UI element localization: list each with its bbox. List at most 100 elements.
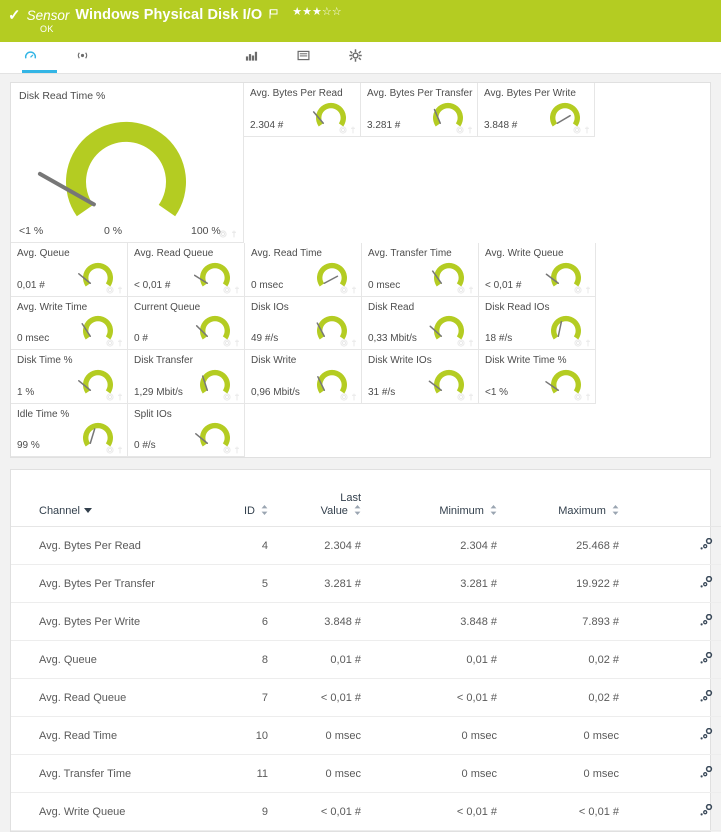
tile-tools[interactable] [223,286,241,294]
gauges-panel: Disk Read Time % <1 %0 %100 %Avg. Bytes … [10,82,711,458]
column-header-id-label: ID [244,505,255,517]
cell-id: 8 [201,641,276,679]
tab-overview[interactable] [22,43,57,73]
cell-actions[interactable] [681,793,721,831]
gauge-tile-disk-time[interactable]: Disk Time % 1 % [11,350,128,404]
tile-tools[interactable] [106,286,124,294]
column-header-last-value[interactable]: Last Value [276,470,401,527]
tab-log[interactable] [295,43,330,73]
gauge-tile-avg-read-queue[interactable]: Avg. Read Queue < 0,01 # [128,243,245,297]
gauge-value: 0 # [134,333,148,344]
gauge-tile-disk-ios[interactable]: Disk IOs 49 #/s [245,297,362,351]
cell-actions[interactable] [681,641,721,679]
tab-365[interactable] [204,43,226,73]
pin-icon [350,286,358,294]
table-row[interactable]: Avg. Queue80,01 #0,01 #0,02 # [11,641,721,679]
content-area: Disk Read Time % <1 %0 %100 %Avg. Bytes … [0,74,721,832]
gauge-tile-avg-queue[interactable]: Avg. Queue 0,01 # [11,243,128,297]
tile-tools[interactable] [106,339,124,347]
gear-icon [106,339,114,347]
gauge-tile-avg-write-time[interactable]: Avg. Write Time 0 msec [11,297,128,351]
cell-actions[interactable] [681,603,721,641]
tab-30[interactable] [165,43,187,73]
table-row[interactable]: Avg. Read Time100 msec0 msec0 msec [11,717,721,755]
tile-tools[interactable] [457,339,475,347]
flag-icon[interactable] [269,6,278,16]
channel-settings-icon[interactable] [700,652,713,664]
gauge-value: 0,96 Mbit/s [251,387,300,398]
gauge-tile-disk-read[interactable]: Disk Read 0,33 Mbit/s [362,297,479,351]
cell-actions[interactable] [681,527,721,565]
table-row[interactable]: Avg. Bytes Per Write63.848 #3.848 #7.893… [11,603,721,641]
table-row[interactable]: Avg. Bytes Per Read42.304 #2.304 #25.468… [11,527,721,565]
tab-settings[interactable] [347,43,382,73]
cell-actions[interactable] [681,717,721,755]
channel-settings-icon[interactable] [700,804,713,816]
cell-maximum: 19.922 # [551,565,681,603]
channel-settings-icon[interactable] [700,728,713,740]
gauge-tile-avg-bytes-per-transfer[interactable]: Avg. Bytes Per Transfer 3.281 # [361,83,478,137]
gear-icon [574,393,582,401]
gauge-tile-current-queue[interactable]: Current Queue 0 # [128,297,245,351]
tile-tools[interactable] [223,446,241,454]
tile-tools[interactable] [339,126,357,134]
gauge-tile-avg-write-queue[interactable]: Avg. Write Queue < 0,01 # [479,243,596,297]
tab-live-data[interactable] [74,43,109,73]
gauge-tile-avg-bytes-per-read[interactable]: Avg. Bytes Per Read 2.304 # [244,83,361,137]
cell-actions[interactable] [681,755,721,793]
cell-actions[interactable] [681,565,721,603]
table-row[interactable]: Avg. Bytes Per Transfer53.281 #3.281 #19… [11,565,721,603]
gauge-tile-avg-bytes-per-write[interactable]: Avg. Bytes Per Write 3.848 # [478,83,595,137]
tile-tools[interactable] [574,339,592,347]
tile-tools[interactable] [223,339,241,347]
gauge-tile-idle-time[interactable]: Idle Time % 99 % [11,404,128,458]
channel-settings-icon[interactable] [700,576,713,588]
gauge-tile-split-ios[interactable]: Split IOs 0 #/s [128,404,245,458]
tile-tools[interactable] [106,446,124,454]
tile-tools[interactable] [106,393,124,401]
gauge-tile-disk-read-time[interactable]: Disk Read Time % <1 %0 %100 % [11,83,244,243]
column-header-maximum[interactable]: Maximum [551,470,681,527]
channel-settings-icon[interactable] [700,538,713,550]
table-row[interactable]: Avg. Write Queue9< 0,01 #< 0,01 #< 0,01 … [11,793,721,831]
pin-icon [467,393,475,401]
tab-2[interactable] [126,43,148,73]
gauge-value: 0 msec [17,333,49,344]
cell-channel: Avg. Queue [11,641,201,679]
channel-settings-icon[interactable] [700,766,713,778]
rating-stars[interactable]: ★★★☆☆ [292,7,341,18]
gauge-tile-disk-write[interactable]: Disk Write 0,96 Mbit/s [245,350,362,404]
tab-historic-data[interactable] [243,43,278,73]
tile-tools[interactable] [574,393,592,401]
tile-tools[interactable] [340,393,358,401]
gauge-tile-avg-read-time[interactable]: Avg. Read Time 0 msec [245,243,362,297]
pin-icon [583,126,591,134]
gauge-tile-disk-transfer[interactable]: Disk Transfer 1,29 Mbit/s [128,350,245,404]
column-header-channel[interactable]: Channel [11,470,201,527]
tile-tools[interactable] [574,286,592,294]
gear-icon [223,446,231,454]
cell-id: 10 [201,717,276,755]
column-header-minimum[interactable]: Minimum [401,470,551,527]
tile-tools[interactable] [457,286,475,294]
channel-settings-icon[interactable] [700,690,713,702]
gauge-tile-disk-write-ios[interactable]: Disk Write IOs 31 #/s [362,350,479,404]
tile-tools[interactable] [340,339,358,347]
tile-tools[interactable] [573,126,591,134]
tile-tools[interactable] [456,126,474,134]
tile-tools[interactable] [223,393,241,401]
table-row[interactable]: Avg. Read Queue7< 0,01 #< 0,01 #0,02 # [11,679,721,717]
column-header-last-value-line1: Last [340,492,361,504]
gauge-tile-disk-read-ios[interactable]: Disk Read IOs 18 #/s [479,297,596,351]
channel-settings-icon[interactable] [700,614,713,626]
cell-id: 6 [201,603,276,641]
gear-icon [339,126,347,134]
cell-actions[interactable] [681,679,721,717]
tile-tools[interactable] [219,230,238,238]
tile-tools[interactable] [457,393,475,401]
gauge-tile-avg-transfer-time[interactable]: Avg. Transfer Time 0 msec [362,243,479,297]
table-row[interactable]: Avg. Transfer Time110 msec0 msec0 msec [11,755,721,793]
tile-tools[interactable] [340,286,358,294]
gauge-tile-disk-write-time[interactable]: Disk Write Time % <1 % [479,350,596,404]
column-header-id[interactable]: ID [201,470,276,527]
